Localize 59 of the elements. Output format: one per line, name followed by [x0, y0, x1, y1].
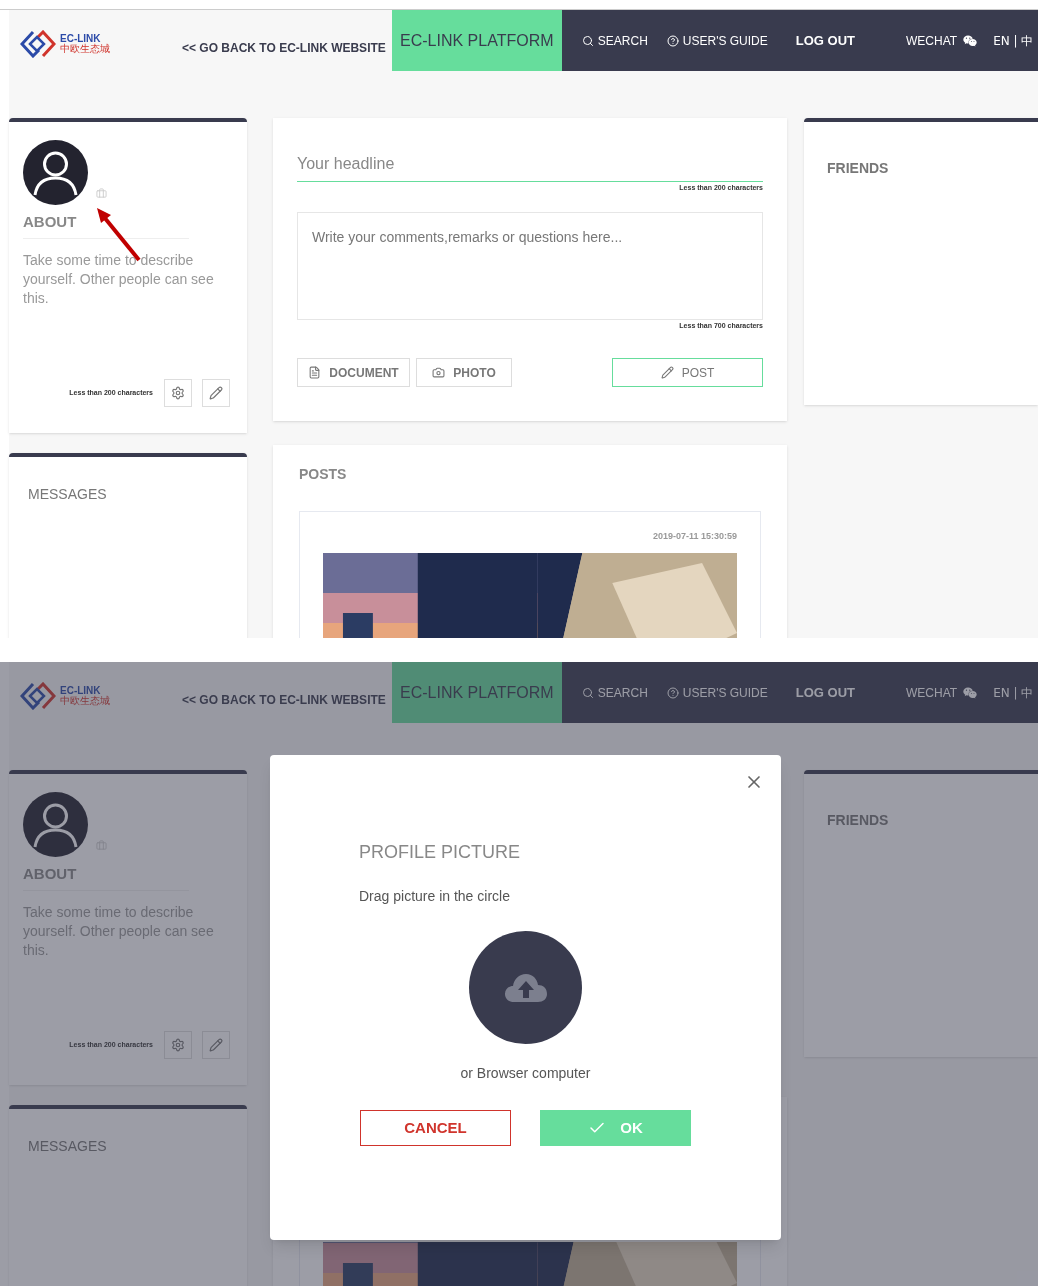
- cancel-button[interactable]: CANCEL: [360, 1110, 511, 1146]
- logo-icon: [20, 681, 56, 710]
- headline-field[interactable]: Your headline: [297, 146, 763, 182]
- document-button[interactable]: DOCUMENT: [297, 358, 410, 387]
- logo-subtitle: 中欧生态城: [60, 695, 110, 706]
- settings-button[interactable]: [164, 1031, 192, 1059]
- dialog-instruction: Drag picture in the circle: [359, 887, 510, 906]
- about-title: ABOUT: [23, 863, 189, 891]
- help-icon: [666, 686, 679, 699]
- language-link[interactable]: EN | 中: [993, 683, 1034, 702]
- search-link[interactable]: SEARCH: [581, 31, 648, 50]
- avatar-icon: [23, 792, 88, 857]
- edit-button[interactable]: [202, 1031, 230, 1059]
- browse-text: or Browser computer: [460, 1064, 591, 1083]
- logo-icon: [20, 29, 56, 58]
- cloud-upload-icon: [503, 972, 548, 1003]
- comment-field[interactable]: Write your comments,remarks or questions here...: [297, 211, 763, 320]
- post-button[interactable]: POST: [612, 358, 763, 387]
- briefcase-icon: [96, 188, 107, 199]
- settings-icon: [171, 386, 185, 400]
- pencil-icon: [209, 386, 223, 400]
- edit-button[interactable]: [202, 379, 230, 407]
- search-icon: [581, 686, 594, 699]
- avatar-icon: [23, 140, 88, 205]
- logo-name: EC-LINK: [60, 33, 102, 44]
- chat-bubbles-icon: [963, 33, 978, 48]
- guide-link[interactable]: USER'S GUIDE: [666, 31, 768, 50]
- back-link[interactable]: << GO BACK TO EC-LINK WEBSITE: [182, 690, 386, 709]
- search-link[interactable]: SEARCH: [581, 683, 648, 702]
- guide-link[interactable]: USER'S GUIDE: [666, 683, 768, 702]
- platform-tab[interactable]: EC-LINK PLATFORM: [391, 662, 562, 723]
- posts-title: POSTS: [299, 465, 348, 484]
- messages-title: MESSAGES: [28, 486, 107, 502]
- friends-title: FRIENDS: [827, 160, 889, 176]
- messages-title: MESSAGES: [28, 1138, 107, 1154]
- chat-bubbles-icon: [963, 685, 978, 700]
- language-link[interactable]: EN | 中: [993, 31, 1034, 50]
- document-icon: [308, 366, 322, 379]
- pencil-icon: [660, 366, 674, 379]
- briefcase-icon: [96, 840, 107, 851]
- logout-link[interactable]: LOG OUT: [795, 30, 855, 51]
- photo-button[interactable]: PHOTO: [416, 358, 512, 387]
- logout-link[interactable]: LOG OUT: [795, 682, 855, 703]
- camera-icon: [432, 366, 446, 379]
- friends-title: FRIENDS: [827, 812, 889, 828]
- about-description: Take some time to describe yourself. Other people can see this.: [23, 250, 215, 308]
- post-date: 2019-07-11 15:30:59: [652, 530, 737, 543]
- wechat-link[interactable]: WECHAT: [906, 683, 978, 702]
- logo-subtitle: 中欧生态城: [60, 43, 110, 54]
- wechat-link[interactable]: WECHAT: [906, 31, 978, 50]
- platform-tab[interactable]: EC-LINK PLATFORM: [391, 10, 562, 71]
- settings-icon: [171, 1038, 185, 1052]
- back-link[interactable]: << GO BACK TO EC-LINK WEBSITE: [182, 38, 386, 57]
- search-icon: [581, 34, 594, 47]
- logo-name: EC-LINK: [60, 685, 102, 696]
- settings-button[interactable]: [164, 379, 192, 407]
- help-icon: [666, 34, 679, 47]
- pencil-icon: [209, 1038, 223, 1052]
- dialog-title: PROFILE PICTURE: [359, 841, 521, 864]
